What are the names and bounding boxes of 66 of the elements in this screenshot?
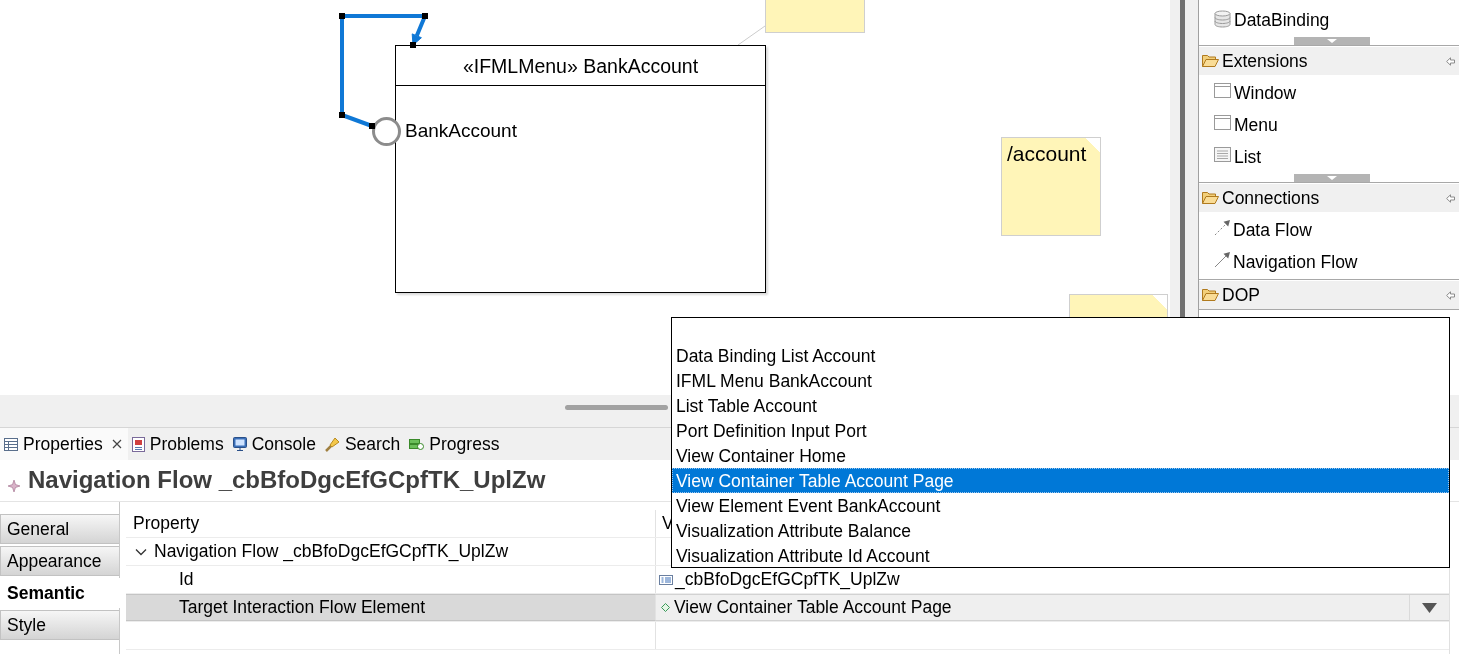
palette-tool[interactable]: Window bbox=[1199, 77, 1459, 109]
tree-node-label[interactable]: Navigation Flow _cbBfoDgcEfGCpfTK_UplZw bbox=[154, 541, 509, 562]
selection-handle[interactable] bbox=[410, 42, 416, 48]
dropdown-option[interactable]: View Element Event BankAccount bbox=[672, 493, 1449, 518]
pin-icon bbox=[1446, 56, 1455, 66]
palette-tool[interactable]: Data Flow bbox=[1199, 214, 1459, 246]
scrollbar-thumb[interactable] bbox=[565, 405, 668, 410]
dropdown-option[interactable]: Port Definition Input Port bbox=[672, 418, 1449, 443]
palette-drawer-header[interactable]: Connections bbox=[1199, 183, 1459, 212]
list-icon bbox=[1214, 147, 1231, 162]
property-cell[interactable]: Target Interaction Flow Element bbox=[126, 594, 656, 621]
palette-tool[interactable]: Navigation Flow bbox=[1199, 246, 1459, 278]
view-tab[interactable]: Problems bbox=[127, 428, 229, 460]
monitor-icon bbox=[232, 437, 247, 451]
dropdown-option[interactable]: Data Binding List Account bbox=[672, 343, 1449, 368]
palette-tool[interactable]: DataBinding bbox=[1199, 4, 1459, 36]
pin-icon bbox=[1446, 193, 1455, 203]
palette-tool[interactable]: List bbox=[1199, 141, 1459, 173]
report-icon bbox=[131, 436, 145, 452]
property-value: _cbBfoDgcEfGCpfTK_UplZw bbox=[675, 569, 900, 590]
view-tab[interactable]: Properties bbox=[0, 428, 128, 460]
arrow-icon bbox=[1214, 252, 1230, 268]
scroll-down-button[interactable] bbox=[1294, 37, 1370, 45]
table-icon bbox=[4, 437, 18, 451]
dashed-arrow-icon bbox=[1214, 220, 1230, 236]
dropdown-option[interactable]: Visualization Attribute Balance bbox=[672, 518, 1449, 543]
folder-icon bbox=[1202, 288, 1219, 302]
selection-handle[interactable] bbox=[339, 112, 345, 118]
selection-handle[interactable] bbox=[422, 13, 428, 19]
view-tab[interactable]: Search bbox=[320, 428, 406, 460]
note-text: /account bbox=[1007, 141, 1088, 167]
view-tab[interactable]: Console bbox=[228, 428, 321, 460]
palette-drawer-header[interactable]: DOP bbox=[1199, 280, 1459, 309]
window-icon bbox=[1214, 115, 1231, 130]
database-icon bbox=[1214, 10, 1231, 28]
dropdown-option[interactable]: View Container Table Account Page bbox=[672, 468, 1449, 493]
view-tab[interactable]: Progress bbox=[405, 428, 505, 460]
container-title: «IFMLMenu» BankAccount bbox=[396, 46, 765, 86]
flashlight-icon bbox=[324, 436, 340, 452]
sparkle-icon bbox=[8, 479, 20, 492]
property-cell[interactable]: Id bbox=[126, 566, 656, 593]
scroll-down-button[interactable] bbox=[1294, 174, 1370, 182]
selection-handle[interactable] bbox=[339, 13, 345, 19]
diamond-icon bbox=[661, 603, 670, 612]
id-field-icon bbox=[659, 574, 673, 585]
pin-icon bbox=[1446, 290, 1455, 300]
folder-icon bbox=[1202, 191, 1219, 205]
column-header: Property bbox=[133, 513, 200, 534]
event-label: BankAccount bbox=[405, 120, 517, 143]
palette-tool[interactable]: Menu bbox=[1199, 109, 1459, 141]
palette-drawer-header[interactable]: Extensions bbox=[1199, 46, 1459, 75]
note-link-line bbox=[737, 25, 766, 46]
properties-title: Navigation Flow _cbBfoDgcEfGCpfTK_UplZw bbox=[28, 466, 546, 495]
folder-icon bbox=[1202, 54, 1219, 68]
selection-handle[interactable] bbox=[369, 123, 375, 129]
value-combo[interactable]: View Container Table Account Page bbox=[656, 594, 1449, 621]
progress-icon bbox=[409, 438, 425, 450]
window-icon bbox=[1214, 83, 1231, 98]
section-tab[interactable]: Appearance bbox=[0, 546, 119, 576]
section-tab[interactable]: Style bbox=[0, 610, 119, 640]
dropdown-arrow-icon[interactable] bbox=[1422, 602, 1437, 613]
dropdown-option[interactable]: View Container Home bbox=[672, 443, 1449, 468]
section-tab[interactable]: General bbox=[0, 514, 119, 544]
close-icon[interactable] bbox=[111, 439, 122, 449]
dropdown-option[interactable]: Visualization Attribute Id Account bbox=[672, 543, 1449, 568]
dropdown-option[interactable]: IFML Menu BankAccount bbox=[672, 368, 1449, 393]
